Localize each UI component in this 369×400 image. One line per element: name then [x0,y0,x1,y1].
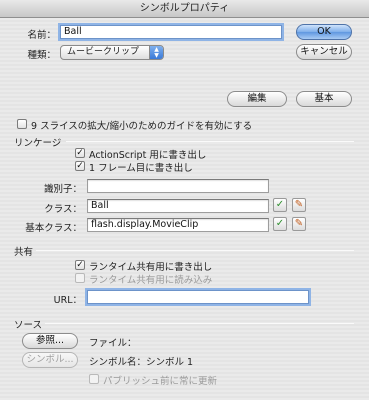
basic-button[interactable]: 基本 [296,91,352,107]
source-divider [45,323,354,324]
class-pencil-icon[interactable]: ✎ [292,198,306,212]
type-select[interactable]: ムービークリップ ▲ ▼ [60,45,164,60]
linkage-header: リンケージ [14,138,62,149]
symbol-button[interactable]: シンボル... [22,352,78,368]
browse-button[interactable]: 参照... [22,333,78,349]
import-runtime-checkbox[interactable] [75,273,85,283]
class-check-icon[interactable]: ✓ [273,198,287,212]
export-first-frame-checkbox[interactable]: ✓ [75,161,85,171]
sharing-header: 共有 [14,247,34,258]
base-class-pencil-icon[interactable]: ✎ [292,217,306,231]
type-label: 種類： [27,50,56,61]
file-label: ファイル： [89,338,137,349]
identifier-label: 識別子： [43,184,82,195]
export-actionscript-checkbox[interactable]: ✓ [75,148,85,158]
url-label: URL： [53,295,82,306]
class-input[interactable]: Ball [87,199,269,213]
cancel-button[interactable]: キャンセル [296,44,352,60]
always-update-checkbox[interactable] [89,374,99,384]
source-header: ソース [14,320,43,331]
export-actionscript-label: ActionScript 用に書き出し [89,150,207,161]
linkage-divider [66,141,354,142]
class-label: クラス： [44,204,82,215]
name-input[interactable]: Ball [60,25,282,39]
ok-button[interactable]: OK [296,24,352,40]
import-runtime-label: ランタイム共有用に読み込み [89,275,213,286]
select-arrows-icon: ▲ ▼ [149,46,163,59]
identifier-input[interactable] [87,179,269,193]
base-class-input[interactable]: flash.display.MovieClip [87,218,269,232]
edit-button[interactable]: 編集 [227,91,287,107]
scale9-label: 9 スライスの拡大/縮小のためのガイドを有効にする [31,121,253,132]
export-first-frame-label: 1 フレーム目に書き出し [89,163,193,174]
url-input[interactable] [87,290,309,304]
symbol-name-label: シンボル名：シンボル 1 [89,357,194,368]
type-select-value: ムービークリップ [67,47,140,57]
window-title: シンボルプロパティ [0,0,369,18]
name-label: 名前： [27,30,56,41]
sharing-divider [36,250,354,251]
base-class-check-icon[interactable]: ✓ [273,217,287,231]
always-update-label: パブリッシュ前に常に更新 [103,376,218,387]
base-class-label: 基本クラス： [25,223,82,234]
export-runtime-checkbox[interactable]: ✓ [75,260,85,270]
scale9-checkbox[interactable] [17,119,27,129]
export-runtime-label: ランタイム共有用に書き出し [89,262,213,273]
